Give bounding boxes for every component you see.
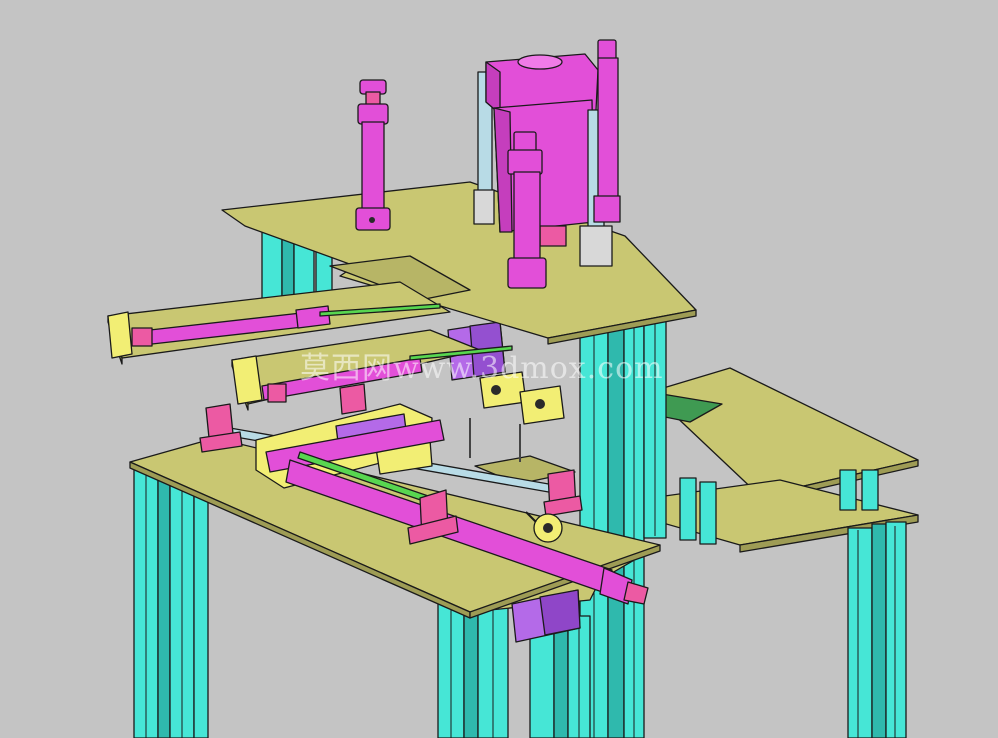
pillow-block-mid	[339, 383, 367, 415]
watermark-text: 莫西网www.3dmox.com	[300, 351, 664, 386]
cad-assembly-view: 莫西网www.3dmox.com	[0, 0, 998, 738]
